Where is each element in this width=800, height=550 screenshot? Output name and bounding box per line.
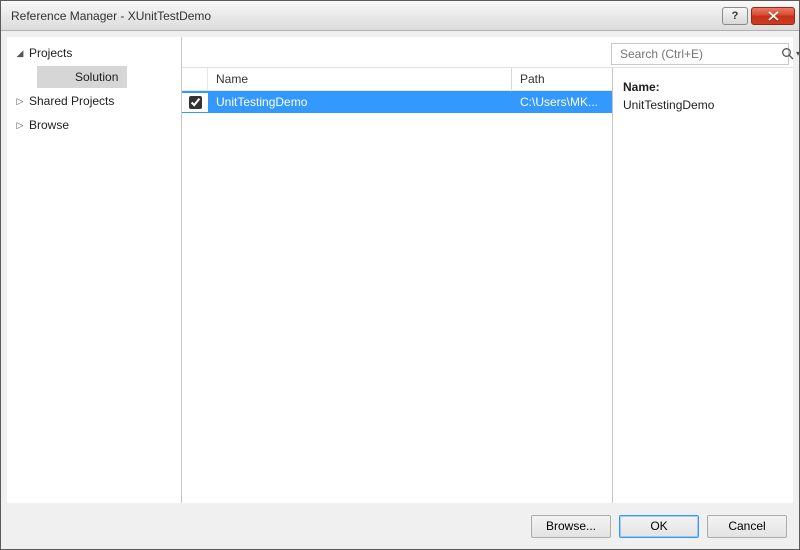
column-name[interactable]: Name (208, 68, 512, 90)
grid-body[interactable]: UnitTestingDemo C:\Users\MK... (182, 91, 612, 503)
search-box[interactable]: ▾ (611, 43, 789, 65)
search-row: ▾ (182, 37, 793, 67)
nav-item-projects[interactable]: ◢ Projects (7, 41, 181, 65)
list-details-wrap: Name Path UnitTestingDemo (182, 67, 793, 503)
category-nav: ◢ Projects Solution ▷ Shared Projects ▷ … (7, 37, 182, 503)
details-name-value: UnitTestingDemo (623, 98, 783, 112)
nav-label: Shared Projects (29, 94, 114, 108)
reference-grid: Name Path UnitTestingDemo (182, 68, 613, 503)
ok-button[interactable]: OK (619, 515, 699, 538)
column-check[interactable] (182, 68, 208, 90)
include-checkbox[interactable] (189, 96, 202, 109)
window-buttons: ? (722, 7, 795, 25)
button-bar: Browse... OK Cancel (7, 503, 793, 543)
search-input[interactable] (618, 46, 777, 62)
collapse-icon: ▷ (15, 120, 25, 131)
nav-label: Projects (29, 46, 72, 60)
help-button[interactable]: ? (722, 7, 748, 25)
table-row[interactable]: UnitTestingDemo C:\Users\MK... (182, 91, 612, 113)
nav-item-shared-projects[interactable]: ▷ Shared Projects (7, 89, 181, 113)
column-path[interactable]: Path (512, 68, 612, 90)
row-check-cell[interactable] (182, 93, 208, 112)
search-icon[interactable]: ▾ (781, 47, 800, 61)
dialog-body: ◢ Projects Solution ▷ Shared Projects ▷ … (1, 31, 799, 549)
collapse-icon: ▷ (15, 96, 25, 107)
row-name-cell: UnitTestingDemo (208, 95, 512, 109)
reference-manager-window: Reference Manager - XUnitTestDemo ? ◢ Pr… (0, 0, 800, 550)
nav-sub-label: Solution (75, 70, 118, 84)
close-button[interactable] (751, 7, 795, 25)
help-icon: ? (732, 10, 739, 22)
center-panel: ▾ Name Path (182, 37, 793, 503)
details-panel: Name: UnitTestingDemo (613, 68, 793, 503)
nav-item-browse[interactable]: ▷ Browse (7, 113, 181, 137)
titlebar[interactable]: Reference Manager - XUnitTestDemo ? (1, 1, 799, 31)
browse-button[interactable]: Browse... (531, 515, 611, 538)
nav-subitem-solution[interactable]: Solution (37, 66, 127, 88)
grid-header: Name Path (182, 68, 612, 91)
expand-icon: ◢ (15, 48, 25, 59)
close-icon (768, 11, 779, 21)
window-title: Reference Manager - XUnitTestDemo (11, 9, 722, 23)
nav-label: Browse (29, 118, 69, 132)
main-content: ◢ Projects Solution ▷ Shared Projects ▷ … (7, 37, 793, 503)
row-path-cell: C:\Users\MK... (512, 95, 612, 109)
cancel-button[interactable]: Cancel (707, 515, 787, 538)
details-name-label: Name: (623, 80, 783, 94)
